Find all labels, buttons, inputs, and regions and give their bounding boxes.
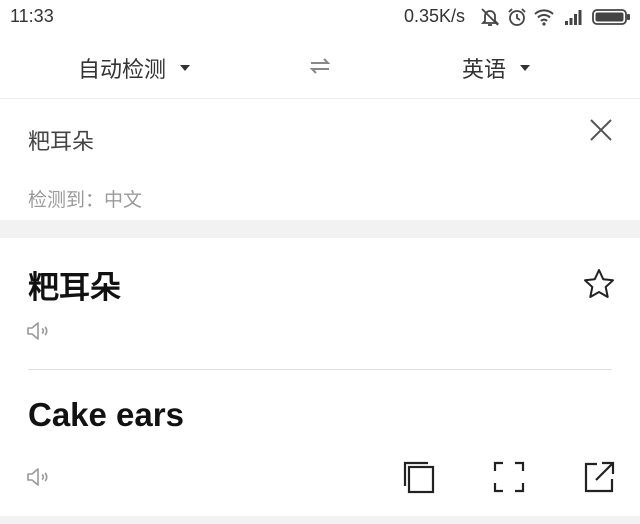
detected-language: 检测到：中文 [28, 189, 143, 211]
target-language-selector[interactable]: 英语 [462, 52, 531, 84]
close-icon[interactable] [588, 117, 614, 143]
share-icon[interactable] [582, 460, 616, 494]
source-language-selector[interactable]: 自动检测 [78, 52, 191, 84]
star-icon[interactable] [582, 267, 616, 301]
status-time: 11:33 [10, 6, 54, 26]
swap-icon[interactable] [308, 54, 332, 78]
chevron-down-icon [180, 65, 191, 71]
battery-icon [592, 8, 632, 26]
status-bar: 11:33 0.35K/s [0, 0, 640, 36]
translation-text: Cake ears [28, 396, 184, 433]
signal-icon [563, 6, 585, 28]
chevron-down-icon [520, 65, 531, 71]
wifi-icon [533, 6, 555, 28]
copy-icon[interactable] [402, 460, 436, 494]
input-text[interactable]: 粑耳朵 [28, 124, 94, 156]
speaker-icon[interactable] [26, 320, 52, 342]
network-speed: 0.35K/s [404, 6, 466, 26]
result-source-text: 粑耳朵 [28, 270, 121, 306]
mute-icon [479, 6, 501, 28]
fullscreen-icon[interactable] [493, 461, 525, 493]
result-divider [28, 369, 612, 370]
section-divider [0, 220, 640, 238]
alarm-icon [506, 6, 528, 28]
source-language-label: 自动检测 [78, 58, 167, 83]
speaker-icon[interactable] [26, 466, 52, 488]
language-bar: 自动检测 英语 [0, 36, 640, 99]
target-language-label: 英语 [462, 58, 507, 83]
bottom-divider [0, 516, 640, 524]
